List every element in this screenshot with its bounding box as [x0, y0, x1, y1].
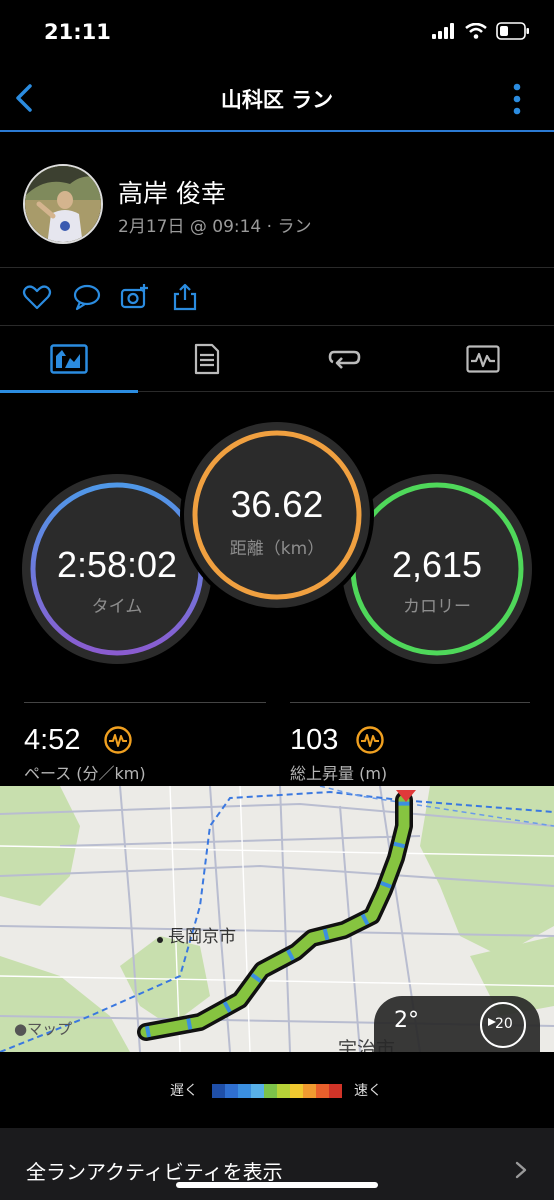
legend-swatch: [329, 1084, 342, 1098]
overview-chart-icon: [50, 344, 88, 374]
add-photo-icon[interactable]: [120, 282, 150, 312]
battery-icon: [496, 22, 529, 40]
legend-swatch: [264, 1084, 277, 1098]
activity-owner: 高岸 俊幸 2月17日 @ 09:14 · ラン: [0, 132, 554, 268]
divider: [24, 702, 266, 703]
map-attribution: ●マップ: [14, 1020, 73, 1038]
distance-ring-outer: 36.62 距離（km）: [180, 418, 374, 612]
temperature-value: 2°: [394, 1008, 419, 1033]
share-icon[interactable]: [170, 282, 200, 312]
pace-graph-icon[interactable]: [104, 726, 132, 754]
weather-badge: 2° 20: [374, 996, 540, 1052]
distance-ring: 36.62 距離（km）: [184, 422, 370, 608]
map-city-label: 長岡京市: [168, 927, 236, 947]
tab-details[interactable]: [138, 326, 276, 392]
activity-tabs: [0, 326, 554, 393]
legend-fast-label: 速く: [354, 1083, 382, 1099]
more-options-icon[interactable]: [512, 82, 522, 116]
activity-datetime: 2月17日 @ 09:14 · ラン: [118, 217, 312, 237]
laps-loop-icon: [328, 350, 361, 369]
legend-swatch: [212, 1084, 225, 1098]
legend-swatch: [290, 1084, 303, 1098]
wind-indicator: 20: [480, 1002, 526, 1048]
stats-summary: 2:58:02 タイム 2,615 カロリー 36.62 距離（km）: [0, 392, 554, 692]
tab-overview[interactable]: [0, 326, 138, 393]
status-icons: [432, 22, 530, 40]
legend-swatch: [303, 1084, 316, 1098]
charts-graph-icon: [466, 345, 500, 373]
ascent-value: 103: [290, 724, 339, 756]
legend-swatch: [238, 1084, 251, 1098]
chevron-right-icon: [515, 1161, 527, 1179]
details-document-icon: [194, 343, 220, 375]
calories-value: 2,615: [391, 544, 483, 585]
legend-color-scale: [212, 1084, 342, 1098]
tab-laps[interactable]: [276, 326, 414, 392]
avatar[interactable]: [23, 164, 103, 244]
home-indicator: [176, 1182, 378, 1188]
metrics-row: 4:52 ペース (分／km) 103 総上昇量 (m): [0, 692, 554, 786]
pace-value: 4:52: [24, 724, 81, 756]
legend-slow-label: 遅く: [170, 1083, 198, 1099]
signal-icon: [432, 23, 454, 39]
page-title: 山科区 ラン: [220, 88, 334, 112]
all-activities-link[interactable]: 全ランアクティビティを表示: [0, 1128, 554, 1200]
status-bar: 21:11: [0, 0, 554, 66]
legend-swatch: [316, 1084, 329, 1098]
pace-label: ペース (分／km): [24, 764, 146, 783]
apple-logo-icon: ●: [14, 1020, 28, 1038]
tab-charts[interactable]: [414, 326, 552, 392]
wind-speed: 20: [495, 1016, 513, 1032]
distance-value: 36.62: [230, 484, 324, 525]
social-actions: [0, 268, 554, 326]
legend-swatch: [225, 1084, 238, 1098]
wifi-icon: [465, 23, 487, 39]
distance-label: 距離（km）: [229, 539, 325, 559]
all-activities-label: 全ランアクティビティを表示: [26, 1160, 283, 1184]
status-time: 21:11: [44, 20, 111, 44]
divider: [290, 702, 530, 703]
pace-legend: 遅く 速く: [0, 1052, 554, 1128]
comment-icon[interactable]: [72, 282, 102, 312]
calories-label: カロリー: [403, 597, 471, 617]
legend-swatch: [277, 1084, 290, 1098]
user-name[interactable]: 高岸 俊幸: [118, 174, 226, 210]
elevation-graph-icon[interactable]: [356, 726, 384, 754]
route-map[interactable]: 長岡京市 宇治市 ●マップ 2° 20: [0, 786, 554, 1052]
nav-bar: 山科区 ラン: [0, 66, 554, 132]
ascent-label: 総上昇量 (m): [290, 764, 388, 783]
like-heart-icon[interactable]: [22, 282, 52, 312]
legend-swatch: [251, 1084, 264, 1098]
